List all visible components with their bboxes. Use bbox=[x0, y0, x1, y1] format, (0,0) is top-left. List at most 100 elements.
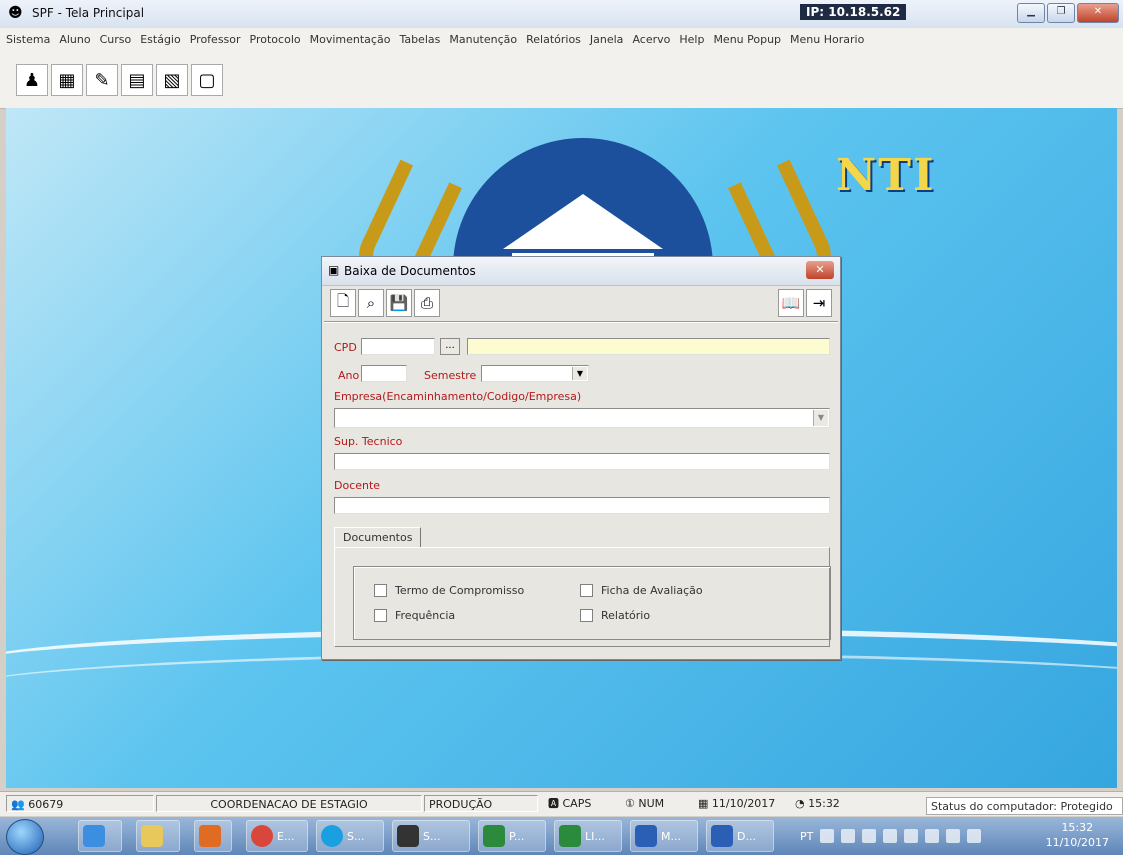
date-label: 11/10/2017 bbox=[711, 797, 776, 810]
checkbox-relatorio[interactable]: Relatório bbox=[580, 609, 650, 622]
menu-manutencao[interactable]: Manutenção bbox=[449, 33, 517, 46]
menu-professor[interactable]: Professor bbox=[190, 33, 241, 46]
taskbar-word-1[interactable]: M... bbox=[630, 820, 698, 852]
taskbar-clock[interactable]: 15:32 11/10/2017 bbox=[1046, 820, 1109, 850]
checkbox-label: Frequência bbox=[395, 609, 456, 622]
start-button[interactable] bbox=[6, 819, 44, 855]
search-doc-icon[interactable]: ✎ bbox=[86, 64, 118, 96]
status-caps: 🅰 CAPS bbox=[548, 795, 591, 812]
taskbar-ie[interactable] bbox=[78, 820, 122, 852]
documentos-panel: Termo de Compromisso Ficha de Avaliação … bbox=[334, 547, 831, 647]
nti-logo: NTI bbox=[836, 150, 936, 201]
volume-icon[interactable] bbox=[862, 829, 877, 843]
printer-icon[interactable] bbox=[925, 829, 940, 843]
menu-estagio[interactable]: Estágio bbox=[140, 33, 181, 46]
chevron-down-icon[interactable]: ▼ bbox=[813, 410, 828, 426]
taskbar-outlook[interactable] bbox=[194, 820, 232, 852]
sup-tecnico-label: Sup. Tecnico bbox=[334, 435, 403, 448]
cpd-input[interactable] bbox=[361, 338, 435, 355]
empresa-label: Empresa(Encaminhamento/Codigo/Empresa) bbox=[334, 390, 582, 403]
save-icon[interactable]: 💾 bbox=[386, 289, 412, 317]
menu-janela[interactable]: Janela bbox=[590, 33, 624, 46]
minimize-button[interactable]: ▁ bbox=[1017, 3, 1045, 23]
baixa-documentos-dialog: ▣ Baixa de Documentos ✕ 🗋 ⌕ 💾 ⎙ 📖 ⇥ CPD … bbox=[321, 256, 841, 660]
main-toolbar: ♟ ▦ ✎ ▤ ▧ ▢ bbox=[0, 50, 1123, 109]
report-icon[interactable]: ▧ bbox=[156, 64, 188, 96]
sup-tecnico-input[interactable] bbox=[334, 453, 830, 470]
calendar-icon: ▦ bbox=[698, 797, 709, 810]
menu-aluno[interactable]: Aluno bbox=[59, 33, 90, 46]
checkbox-box[interactable] bbox=[374, 584, 387, 597]
taskbar-chrome[interactable]: E... bbox=[246, 820, 308, 852]
pdf-icon[interactable] bbox=[946, 829, 961, 843]
taskbar-spf[interactable]: S... bbox=[392, 820, 470, 852]
docente-input[interactable] bbox=[334, 497, 830, 514]
taskbar-app-label: S... bbox=[347, 829, 365, 843]
search-icon[interactable]: ⌕ bbox=[358, 289, 384, 317]
clock-icon: ◔ bbox=[795, 797, 805, 810]
dialog-icon: ▣ bbox=[328, 263, 340, 277]
chevron-down-icon[interactable]: ▼ bbox=[572, 367, 587, 380]
menu-sistema[interactable]: Sistema bbox=[6, 33, 50, 46]
menu-popup[interactable]: Menu Popup bbox=[713, 33, 781, 46]
tab-documentos[interactable]: Documentos bbox=[334, 527, 422, 548]
menu-relatorios[interactable]: Relatórios bbox=[526, 33, 581, 46]
checkbox-ficha-avaliacao[interactable]: Ficha de Avaliação bbox=[580, 584, 703, 597]
menu-curso[interactable]: Curso bbox=[100, 33, 132, 46]
clock-date: 11/10/2017 bbox=[1045, 836, 1109, 849]
dialog-titlebar: ▣ Baixa de Documentos ✕ bbox=[322, 257, 840, 286]
checkbox-box[interactable] bbox=[580, 584, 593, 597]
calendar-icon[interactable]: ▤ bbox=[121, 64, 153, 96]
menu-protocolo[interactable]: Protocolo bbox=[250, 33, 301, 46]
taskbar-excel-1[interactable]: P... bbox=[478, 820, 546, 852]
checkbox-frequencia[interactable]: Frequência bbox=[374, 609, 455, 622]
taskbar-app-label: P... bbox=[509, 829, 525, 843]
checkbox-box[interactable] bbox=[374, 609, 387, 622]
checkbox-label: Relatório bbox=[601, 609, 651, 622]
excel-icon bbox=[483, 825, 505, 847]
window-title: SPF - Tela Principal bbox=[32, 6, 145, 20]
flag-icon[interactable] bbox=[904, 829, 919, 843]
menu-acervo[interactable]: Acervo bbox=[632, 33, 670, 46]
logo-roof bbox=[503, 194, 663, 249]
menu-help[interactable]: Help bbox=[679, 33, 704, 46]
checkbox-box[interactable] bbox=[580, 609, 593, 622]
restore-button[interactable]: ❐ bbox=[1047, 3, 1075, 23]
new-document-icon[interactable]: 🗋 bbox=[330, 289, 356, 317]
cpd-label: CPD bbox=[334, 341, 357, 354]
dialog-close-button[interactable]: ✕ bbox=[806, 261, 834, 279]
taskbar-excel-2[interactable]: LI... bbox=[554, 820, 622, 852]
windows-taskbar: E... S... S... P... LI... M... D... PT 1… bbox=[0, 817, 1123, 855]
semestre-select[interactable]: ▼ bbox=[481, 365, 589, 382]
swoosh-decoration bbox=[6, 653, 1117, 726]
student-icon[interactable]: ♟ bbox=[16, 64, 48, 96]
empresa-select[interactable]: ▼ bbox=[334, 408, 830, 428]
clock-time: 15:32 bbox=[1061, 821, 1094, 834]
taskbar-app-label: M... bbox=[661, 829, 681, 843]
grid-icon[interactable]: ▦ bbox=[51, 64, 83, 96]
close-button[interactable]: ✕ bbox=[1077, 3, 1119, 23]
ano-input[interactable] bbox=[361, 365, 407, 382]
help-book-icon[interactable]: 📖 bbox=[778, 289, 804, 317]
taskbar-explorer[interactable] bbox=[136, 820, 180, 852]
network-icon[interactable] bbox=[883, 829, 898, 843]
checkbox-label: Ficha de Avaliação bbox=[601, 584, 703, 597]
window-icon[interactable]: ▢ bbox=[191, 64, 223, 96]
security-icon[interactable] bbox=[967, 829, 982, 843]
print-icon[interactable]: ⎙ bbox=[414, 289, 440, 317]
menu-movimentacao[interactable]: Movimentação bbox=[310, 33, 391, 46]
menu-tabelas[interactable]: Tabelas bbox=[399, 33, 440, 46]
taskbar-word-2[interactable]: D... bbox=[706, 820, 774, 852]
language-indicator[interactable]: PT bbox=[800, 830, 813, 843]
num-icon: ① bbox=[625, 797, 635, 810]
cpd-lookup-button[interactable]: ... bbox=[440, 338, 460, 355]
exit-icon[interactable]: ⇥ bbox=[806, 289, 832, 317]
skype-tray-icon[interactable] bbox=[841, 829, 856, 843]
keyboard-icon[interactable] bbox=[820, 829, 835, 843]
taskbar-app-label: D... bbox=[737, 829, 756, 843]
checkbox-termo-compromisso[interactable]: Termo de Compromisso bbox=[374, 584, 524, 597]
outlook-icon bbox=[199, 825, 221, 847]
chrome-icon bbox=[251, 825, 273, 847]
taskbar-skype[interactable]: S... bbox=[316, 820, 384, 852]
menu-horario[interactable]: Menu Horario bbox=[790, 33, 864, 46]
